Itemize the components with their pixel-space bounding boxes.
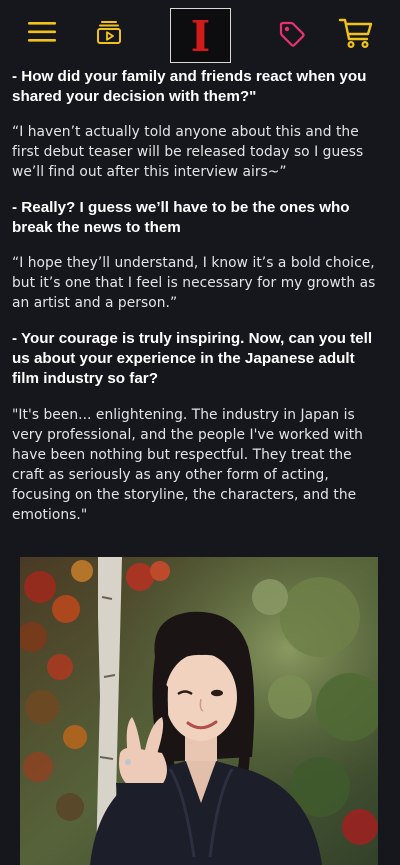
site-logo[interactable]: I	[170, 8, 231, 63]
portrait-illustration	[20, 557, 378, 865]
hamburger-menu-icon	[26, 20, 58, 48]
interview-photo	[20, 557, 378, 865]
shopping-cart-icon	[338, 17, 374, 53]
video-play-icon	[95, 18, 123, 50]
top-navigation-bar: I	[0, 0, 400, 66]
interview-answer: "It's been... enlightening. The industry…	[12, 407, 363, 523]
interview-answer: “I haven’t actually told anyone about th…	[12, 124, 364, 180]
logo-letter: I	[190, 11, 211, 61]
deals-button[interactable]	[274, 18, 310, 54]
cart-button[interactable]	[336, 17, 376, 53]
videos-button[interactable]	[92, 18, 126, 50]
tag-icon	[277, 19, 307, 53]
interview-answer: “I hope they’ll understand, I know it’s …	[12, 255, 376, 311]
interview-question: - Really? I guess we’ll have to be the o…	[12, 199, 350, 236]
interview-question: - Your courage is truly inspiring. Now, …	[12, 330, 373, 387]
interview-article: - How did your family and friends react …	[12, 65, 382, 525]
menu-button[interactable]	[24, 18, 60, 50]
interview-question: - How did your family and friends react …	[12, 68, 367, 105]
